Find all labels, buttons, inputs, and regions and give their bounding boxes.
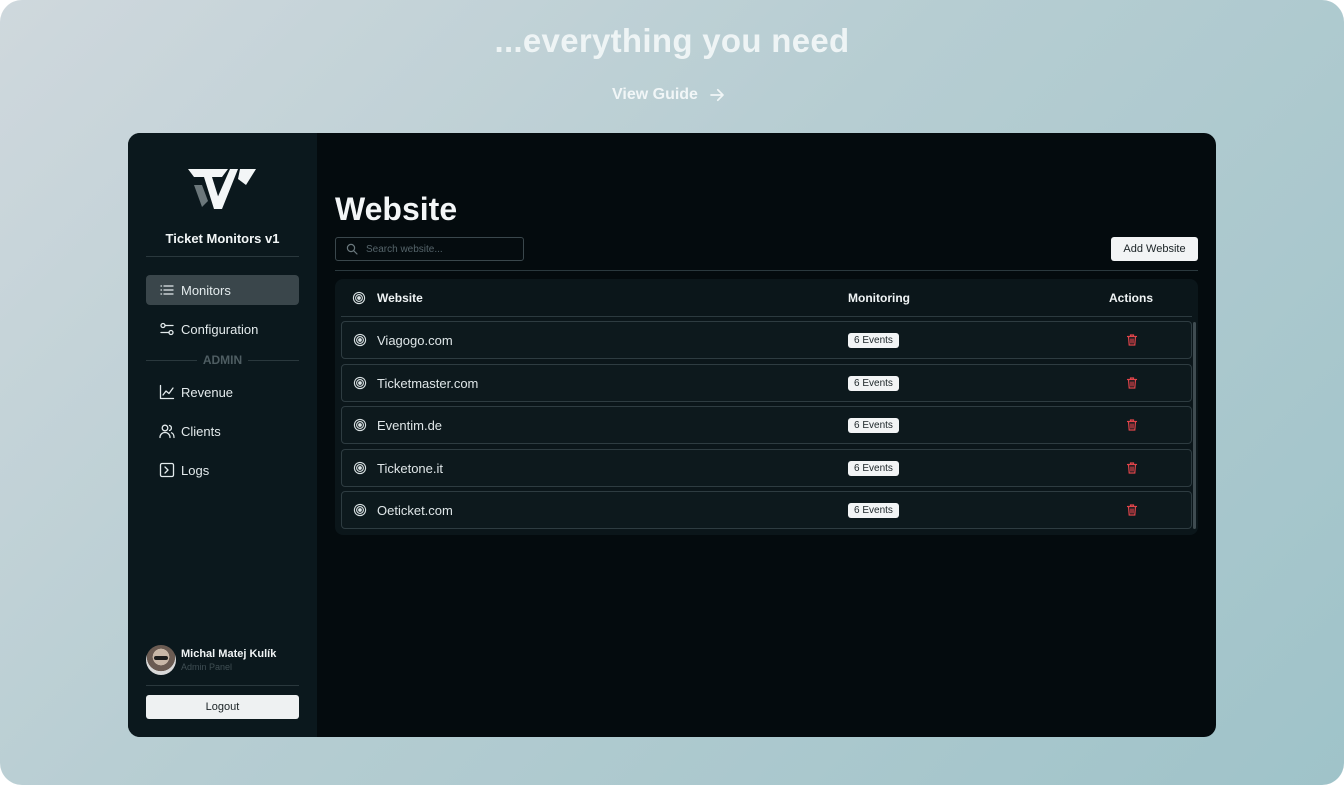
users-icon bbox=[159, 424, 175, 439]
admin-section-label: ADMIN bbox=[146, 353, 300, 367]
scrollbar[interactable] bbox=[1193, 322, 1196, 529]
nav-item-label: Revenue bbox=[181, 384, 234, 400]
divider bbox=[248, 359, 300, 361]
target-icon bbox=[353, 503, 367, 517]
trash-icon[interactable] bbox=[1125, 333, 1139, 347]
target-icon bbox=[353, 333, 367, 347]
add-website-button[interactable]: Add Website bbox=[1111, 237, 1198, 261]
search-box[interactable] bbox=[335, 237, 524, 261]
trash-icon[interactable] bbox=[1125, 503, 1139, 517]
trash-icon[interactable] bbox=[1125, 418, 1139, 432]
nav-item-clients[interactable]: Clients bbox=[146, 416, 299, 446]
app-name: Ticket Monitors v1 bbox=[165, 231, 280, 246]
user-name: Michal Matej Kulík bbox=[181, 648, 277, 660]
website-name: Eventim.de bbox=[377, 418, 443, 433]
column-header-monitoring[interactable]: Monitoring bbox=[848, 291, 910, 305]
table-header: Website Monitoring Actions bbox=[335, 279, 1198, 317]
divider bbox=[341, 316, 1192, 317]
website-name: Ticketone.it bbox=[377, 461, 443, 476]
app-window: Ticket Monitors v1 Monitors Configuratio… bbox=[128, 133, 1216, 737]
table-row[interactable]: Ticketone.it 6 Events bbox=[341, 449, 1192, 487]
trash-icon[interactable] bbox=[1125, 376, 1139, 390]
nav-item-label: Monitors bbox=[181, 282, 231, 298]
nav-item-label: Logs bbox=[181, 462, 210, 478]
target-icon bbox=[353, 418, 367, 432]
nav-item-label: Configuration bbox=[181, 321, 259, 337]
divider bbox=[146, 359, 197, 361]
target-icon bbox=[353, 376, 367, 390]
page-title: Website bbox=[335, 191, 458, 227]
website-name: Ticketmaster.com bbox=[377, 376, 479, 391]
events-badge: 6 Events bbox=[848, 461, 899, 476]
column-header-actions: Actions bbox=[1109, 291, 1154, 305]
search-input[interactable] bbox=[366, 243, 506, 255]
sidebar: Ticket Monitors v1 Monitors Configuratio… bbox=[128, 133, 317, 737]
website-name: Viagogo.com bbox=[377, 333, 453, 348]
divider bbox=[335, 270, 1198, 271]
admin-label-text: ADMIN bbox=[202, 353, 243, 367]
divider bbox=[146, 685, 299, 686]
main-content: Website Add Website Website Monitoring A… bbox=[317, 133, 1216, 737]
view-guide-label: View Guide bbox=[612, 86, 698, 103]
website-name: Oeticket.com bbox=[377, 503, 453, 518]
table-row[interactable]: Oeticket.com 6 Events bbox=[341, 491, 1192, 529]
divider bbox=[146, 256, 299, 257]
avatar bbox=[146, 645, 176, 675]
background-canvas: ...everything you need View Guide Ticket… bbox=[0, 0, 1344, 785]
nav-item-monitors[interactable]: Monitors bbox=[146, 275, 299, 305]
events-badge: 6 Events bbox=[848, 376, 899, 391]
list-icon bbox=[160, 285, 174, 295]
trash-icon[interactable] bbox=[1125, 461, 1139, 475]
arrow-right-icon bbox=[710, 88, 724, 102]
target-icon bbox=[353, 461, 367, 475]
nav-item-label: Clients bbox=[181, 423, 221, 439]
target-icon bbox=[352, 291, 366, 305]
sliders-icon bbox=[160, 322, 174, 336]
user-profile[interactable]: Michal Matej Kulík Admin Panel bbox=[146, 645, 276, 675]
websites-table: Website Monitoring Actions Viagogo.com 6… bbox=[335, 279, 1198, 535]
events-badge: 6 Events bbox=[848, 333, 899, 348]
app-logo-icon bbox=[188, 169, 256, 209]
column-header-website[interactable]: Website bbox=[377, 291, 423, 305]
nav-item-logs[interactable]: Logs bbox=[146, 455, 299, 485]
user-info: Michal Matej Kulík Admin Panel bbox=[181, 648, 276, 672]
nav-item-configuration[interactable]: Configuration bbox=[146, 314, 299, 344]
user-role: Admin Panel bbox=[181, 662, 233, 672]
events-badge: 6 Events bbox=[848, 418, 899, 433]
table-row[interactable]: Viagogo.com 6 Events bbox=[341, 321, 1192, 359]
hero-title: ...everything you need bbox=[494, 22, 850, 59]
view-guide-link[interactable]: View Guide bbox=[612, 86, 726, 104]
events-badge: 6 Events bbox=[848, 503, 899, 518]
table-row[interactable]: Ticketmaster.com 6 Events bbox=[341, 364, 1192, 402]
chart-line-icon bbox=[159, 384, 175, 400]
logout-button[interactable]: Logout bbox=[146, 695, 299, 719]
nav-item-revenue[interactable]: Revenue bbox=[146, 377, 299, 407]
terminal-icon bbox=[159, 462, 175, 478]
search-icon bbox=[346, 243, 358, 255]
table-row[interactable]: Eventim.de 6 Events bbox=[341, 406, 1192, 444]
